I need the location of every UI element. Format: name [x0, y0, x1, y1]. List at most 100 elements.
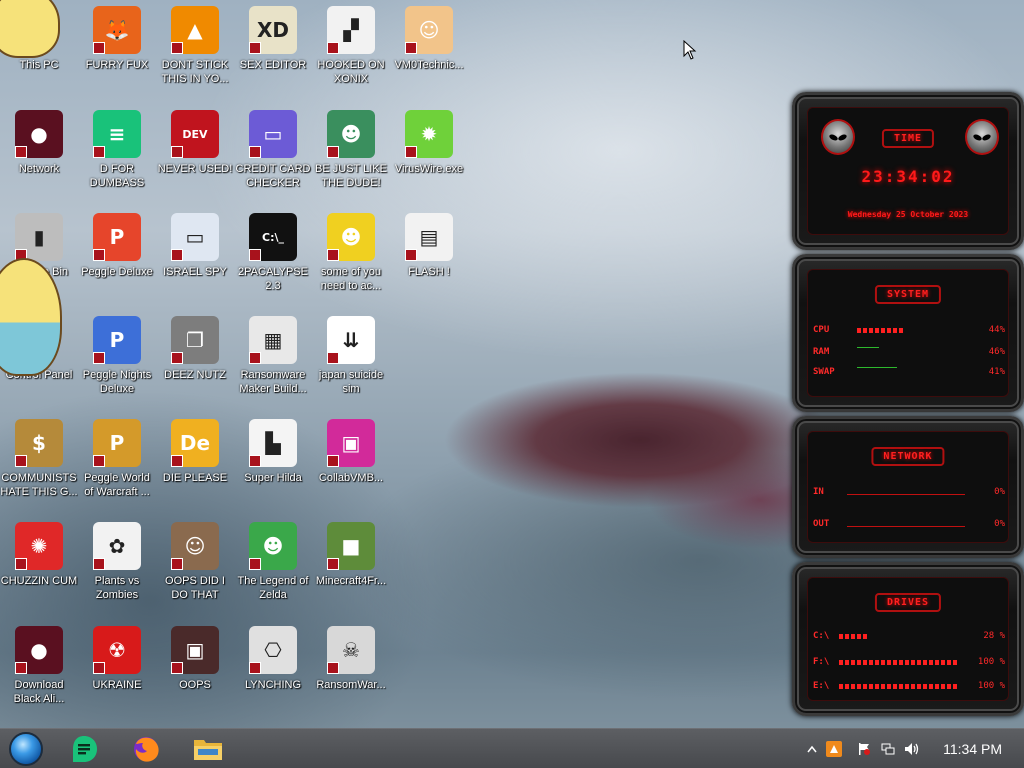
notes-app-icon: ≡ — [93, 110, 141, 158]
desktop-icon[interactable]: ✿ Plants vs Zombies — [78, 516, 156, 616]
desktop-icon[interactable]: 🦊 FURRY FUX — [78, 0, 156, 100]
taskbar-clock[interactable]: 11:34 PM — [943, 729, 1002, 768]
action-center-flag-icon[interactable] — [856, 741, 872, 757]
alienware-system-gadget[interactable]: TIME 23:34:02 Wednesday 25 October 2023 … — [792, 92, 1024, 718]
shortcut-badge-icon — [249, 146, 261, 158]
volume-icon[interactable] — [904, 741, 920, 757]
desktop-icon[interactable]: ▞ HOOKED ON XONIX — [312, 0, 390, 100]
desktop-icon[interactable]: P Peggle World of Warcraft ... — [78, 413, 156, 513]
taskbar-file-explorer[interactable] — [188, 733, 228, 765]
taskbar-notes-app[interactable] — [64, 733, 104, 765]
icon-glyph: DEV — [182, 127, 208, 141]
desktop-icon[interactable]: ▲ DONT STICK THIS IN YO... — [156, 0, 234, 100]
desktop-icon-label: The Legend of Zelda — [237, 575, 309, 601]
show-hidden-icons-chevron-icon[interactable] — [804, 741, 820, 757]
desktop-icon[interactable]: ■ Minecraft4Fr... — [312, 516, 390, 616]
shortcut-badge-icon — [171, 146, 183, 158]
shortcut-badge-icon — [405, 249, 417, 261]
network-icon[interactable] — [880, 741, 896, 757]
desktop-icon-label: Peggle Nights Deluxe — [82, 369, 152, 395]
shortcut-badge-icon — [327, 146, 339, 158]
shortcut-badge-icon — [249, 558, 261, 570]
gadget-date: Wednesday 25 October 2023 — [847, 210, 969, 219]
desktop-icon[interactable]: ⇊ japan suicide sim — [312, 310, 390, 410]
desktop-icon[interactable]: ☻ some of you need to ac... — [312, 207, 390, 307]
system-title: SYSTEM — [874, 285, 942, 304]
desktop-icon[interactable]: ▣ OOPS — [156, 620, 234, 720]
desktop-icon[interactable]: ☻ The Legend of Zelda — [234, 516, 312, 616]
net-out-value: 0% — [994, 519, 1005, 529]
taskbar-firefox[interactable] — [126, 733, 166, 765]
desktop-icon[interactable]: ▭ ISRAEL SPY — [156, 207, 234, 307]
desktop-icon[interactable]: XD SEX EDITOR — [234, 0, 312, 100]
net-in-value: 0% — [994, 487, 1005, 497]
icon-glyph: ● — [30, 638, 48, 662]
desktop-icon-label: some of you need to ac... — [320, 266, 382, 292]
gadget-clock: 23:34:02 — [861, 167, 955, 186]
desktop-icon[interactable]: ☺ OOPS DID I DO THAT — [156, 516, 234, 616]
cpu-value: 44% — [988, 325, 1005, 335]
desktop-icon-label: japan suicide sim — [318, 369, 384, 395]
desktop-icon[interactable]: ● Network — [0, 104, 78, 204]
desktop-icon[interactable]: P Peggle Deluxe — [78, 207, 156, 307]
desktop-icon-label: Peggle World of Warcraft ... — [84, 472, 150, 498]
hxd-editor-icon: XD — [249, 6, 297, 54]
swap-value: 41% — [988, 367, 1005, 377]
credit-card-icon: ▭ — [249, 110, 297, 158]
desktop-icon-grid: This PC 🦊 FURRY FUX ▲ DONT STICK THIS IN YO.… — [0, 0, 470, 728]
scooby-icon: ☻ — [327, 213, 375, 261]
desktop-icon[interactable]: ▣ CollabVMB... — [312, 413, 390, 513]
drive-c-label: C:\ — [813, 631, 830, 641]
tray-app-icon[interactable] — [826, 741, 842, 757]
desktop-icon[interactable]: ▭ CREDIT CARD CHECKER — [234, 104, 312, 204]
desktop-icon-label: DIE PLEASE — [162, 472, 228, 484]
desktop-icon[interactable]: ☠ RansomWar... — [312, 620, 390, 720]
limewire-icon: ✹ — [405, 110, 453, 158]
shortcut-badge-icon — [327, 455, 339, 467]
xonix-game-icon: ▞ — [327, 6, 375, 54]
desktop-icon-label: ISRAEL SPY — [163, 266, 227, 278]
desktop-icon[interactable]: $ COMMUNISTS HATE THIS G... — [0, 413, 78, 513]
time-panel: TIME 23:34:02 Wednesday 25 October 2023 — [792, 92, 1024, 250]
desktop-icon[interactable]: ▦ Ransomware Maker Build... — [234, 310, 312, 410]
desktop-icon[interactable]: ✹ VirusWire.exe — [390, 104, 468, 204]
desktop-icon[interactable]: ☻ BE JUST LIKE THE DUDE! — [312, 104, 390, 204]
icon-glyph: De — [179, 431, 211, 455]
icon-glyph: ▭ — [185, 225, 205, 249]
minecraft-grass-icon: ■ — [327, 522, 375, 570]
portrait-icon: ☺ — [171, 522, 219, 570]
desktop-icon[interactable]: ❐ DEEZ NUTZ — [156, 310, 234, 410]
desktop-icon-label: BE JUST LIKE THE DUDE! — [315, 163, 387, 189]
cpu-usage-bar — [857, 328, 903, 333]
desktop-icon[interactable]: ⎔ LYNCHING — [234, 620, 312, 720]
drive-c-row: C:\ 28 % — [813, 631, 1005, 643]
desktop-icon-label: FURRY FUX — [85, 59, 149, 71]
shortcut-badge-icon — [327, 249, 339, 261]
shortcut-badge-icon — [93, 146, 105, 158]
santa-dude-icon: ☻ — [327, 110, 375, 158]
desktop-icon[interactable]: ▤ FLASH ! — [390, 207, 468, 307]
shortcut-badge-icon — [405, 42, 417, 54]
drive-e-value: 100 % — [977, 681, 1005, 691]
desktop-icon[interactable]: ▙ Super Hilda — [234, 413, 312, 513]
desktop-icon[interactable]: ≡ D FOR DUMBASS — [78, 104, 156, 204]
desktop-icon[interactable]: ● Download Black Ali... — [0, 620, 78, 720]
desktop-icon-label: RansomWar... — [316, 679, 386, 691]
desktop-icon[interactable]: ✺ CHUZZIN CUM — [0, 516, 78, 616]
desktop-icon[interactable]: ☺ VM0Technic... — [390, 0, 468, 100]
ram-label: RAM — [813, 347, 830, 357]
icon-glyph: ☺ — [418, 18, 440, 42]
desktop-icon[interactable]: DEV NEVER USED! — [156, 104, 234, 204]
desktop-icon-label: 2PACALYPSE 2.3 — [238, 266, 308, 292]
shortcut-badge-icon — [327, 662, 339, 674]
shortcut-badge-icon — [171, 352, 183, 364]
desktop-icon[interactable]: ☢ UKRAINE — [78, 620, 156, 720]
shortcut-badge-icon — [93, 558, 105, 570]
desktop-icon[interactable]: De DIE PLEASE — [156, 413, 234, 513]
desktop-icon[interactable]: P Peggle Nights Deluxe — [78, 310, 156, 410]
desktop-icon[interactable]: C:\_ 2PACALYPSE 2.3 — [234, 207, 312, 307]
peggle-nights-icon: P — [93, 316, 141, 364]
icon-glyph: ☻ — [262, 534, 284, 558]
shortcut-badge-icon — [15, 146, 27, 158]
start-button[interactable] — [6, 732, 46, 766]
